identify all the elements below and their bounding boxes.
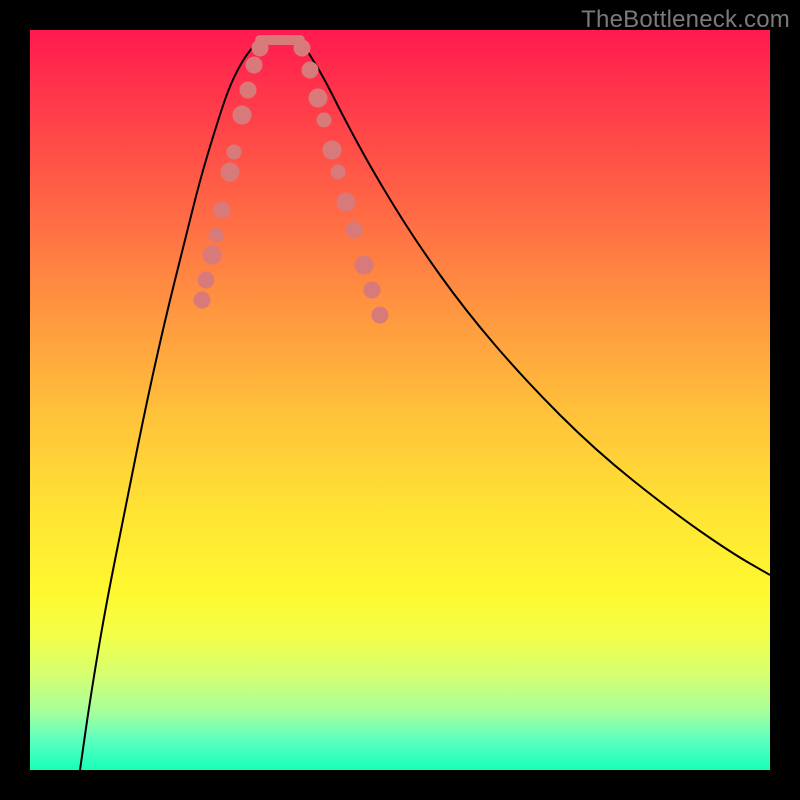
data-dot — [331, 165, 345, 179]
data-dot — [227, 145, 241, 159]
data-dot — [355, 256, 373, 274]
data-dot — [203, 246, 221, 264]
data-dot — [294, 40, 310, 56]
bottleneck-plot — [30, 30, 770, 770]
data-dot — [372, 307, 388, 323]
data-dot — [198, 272, 214, 288]
chart-frame — [30, 30, 770, 770]
curve-right — [300, 40, 770, 575]
data-dot — [221, 163, 239, 181]
data-dot — [209, 228, 223, 242]
data-dots — [194, 40, 388, 323]
data-dot — [337, 193, 355, 211]
data-dot — [240, 82, 256, 98]
watermark-text: TheBottleneck.com — [581, 6, 790, 34]
data-dot — [233, 106, 251, 124]
data-dot — [309, 89, 327, 107]
data-dot — [302, 62, 318, 78]
data-dot — [214, 202, 230, 218]
data-dot — [364, 282, 380, 298]
data-dot — [317, 113, 331, 127]
data-dot — [346, 222, 362, 238]
data-dot — [323, 141, 341, 159]
data-dot — [194, 292, 210, 308]
data-dot — [252, 40, 268, 56]
data-dot — [246, 57, 262, 73]
